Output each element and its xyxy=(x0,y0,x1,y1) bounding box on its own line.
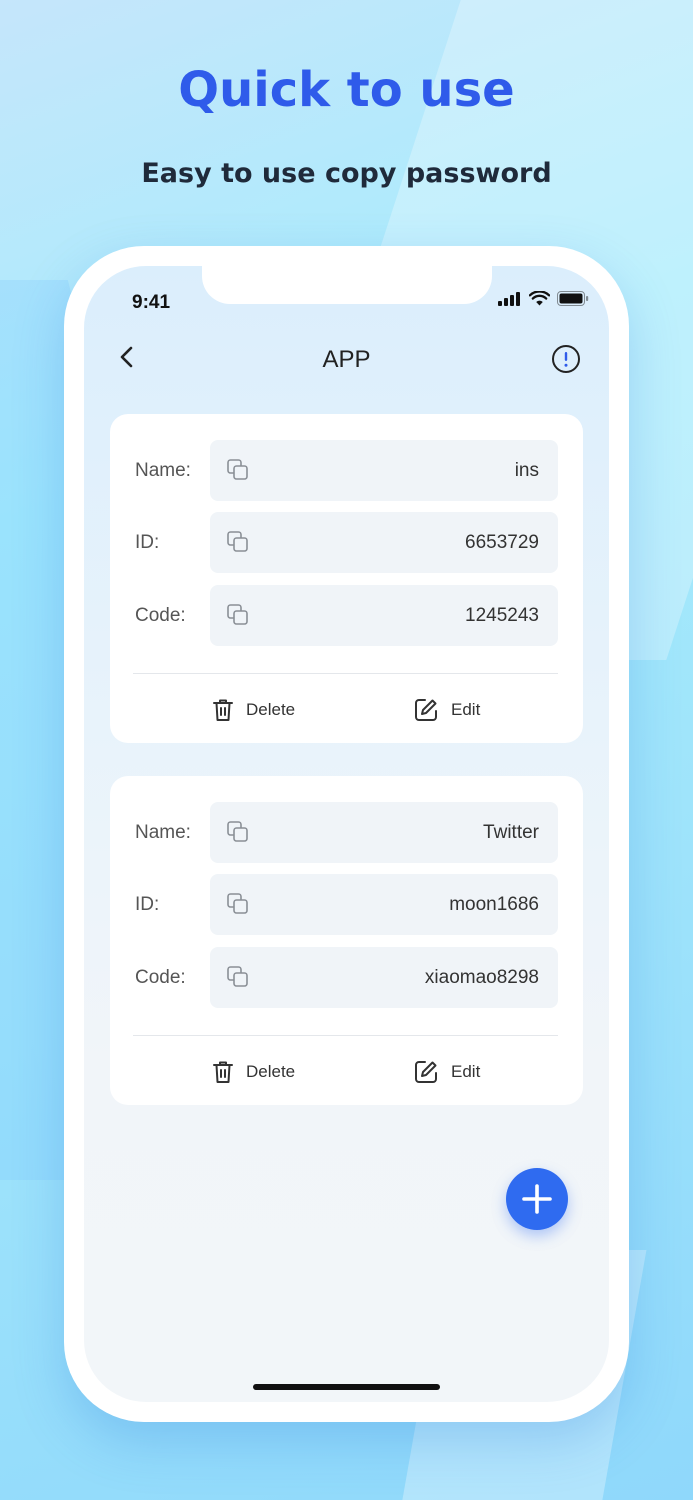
field-label: Code: xyxy=(135,967,186,988)
field-value: ins xyxy=(514,460,539,481)
copy-icon[interactable] xyxy=(227,893,249,915)
field-value: xiaomao8298 xyxy=(424,967,539,988)
battery-icon xyxy=(557,291,589,306)
account-card: Name: Twitter ID: moon1686 Code: xiaomao… xyxy=(110,776,583,1105)
field-value: Twitter xyxy=(483,822,539,843)
status-time: 9:41 xyxy=(132,292,171,313)
hero-subtitle: Easy to use copy password xyxy=(141,158,552,189)
delete-label: Delete xyxy=(246,1062,296,1081)
field-value-box: ins xyxy=(210,440,558,501)
divider xyxy=(133,1035,558,1036)
wifi-icon xyxy=(529,291,550,306)
home-indicator xyxy=(253,1384,440,1390)
signal-icon xyxy=(498,291,520,306)
notch xyxy=(202,266,492,304)
trash-icon xyxy=(213,1061,233,1083)
field-row-code: Code: 1245243 xyxy=(110,585,583,646)
field-label: ID: xyxy=(135,894,160,915)
field-value-box: xiaomao8298 xyxy=(210,947,558,1008)
field-value: 6653729 xyxy=(465,532,539,553)
copy-icon[interactable] xyxy=(227,966,249,988)
hero-title: Quick to use xyxy=(178,62,515,118)
copy-icon[interactable] xyxy=(227,531,249,553)
edit-button[interactable]: Edit xyxy=(413,695,480,725)
delete-label: Delete xyxy=(246,700,296,719)
info-icon[interactable] xyxy=(551,344,581,374)
field-value-box: 6653729 xyxy=(210,512,558,573)
delete-button[interactable]: Delete xyxy=(212,695,295,725)
field-row-id: ID: moon1686 xyxy=(110,874,583,935)
edit-button[interactable]: Edit xyxy=(413,1057,480,1087)
edit-label: Edit xyxy=(451,700,481,719)
field-value-box: moon1686 xyxy=(210,874,558,935)
field-label: ID: xyxy=(135,532,160,553)
edit-icon xyxy=(415,699,437,721)
field-label: Code: xyxy=(135,605,186,626)
copy-icon[interactable] xyxy=(227,821,249,843)
field-row-name: Name: Twitter xyxy=(110,802,583,863)
field-value: moon1686 xyxy=(449,894,539,915)
account-card: Name: ins ID: 6653729 Code: 1245243 Dele… xyxy=(110,414,583,743)
status-icons xyxy=(498,291,589,306)
field-row-name: Name: ins xyxy=(110,440,583,501)
field-label: Name: xyxy=(135,822,191,843)
phone-screen: 9:41 APP Name: ins ID: 6653729 Code: 124… xyxy=(84,266,609,1402)
edit-label: Edit xyxy=(451,1062,481,1081)
trash-icon xyxy=(213,699,233,721)
delete-button[interactable]: Delete xyxy=(212,1057,295,1087)
edit-icon xyxy=(415,1061,437,1083)
field-value-box: 1245243 xyxy=(210,585,558,646)
divider xyxy=(133,673,558,674)
copy-icon[interactable] xyxy=(227,459,249,481)
copy-icon[interactable] xyxy=(227,604,249,626)
field-row-id: ID: 6653729 xyxy=(110,512,583,573)
plus-icon xyxy=(522,1184,552,1214)
field-value: 1245243 xyxy=(465,605,539,626)
field-value-box: Twitter xyxy=(210,802,558,863)
add-button[interactable] xyxy=(506,1168,568,1230)
field-label: Name: xyxy=(135,460,191,481)
field-row-code: Code: xiaomao8298 xyxy=(110,947,583,1008)
page-title: APP xyxy=(322,346,371,373)
